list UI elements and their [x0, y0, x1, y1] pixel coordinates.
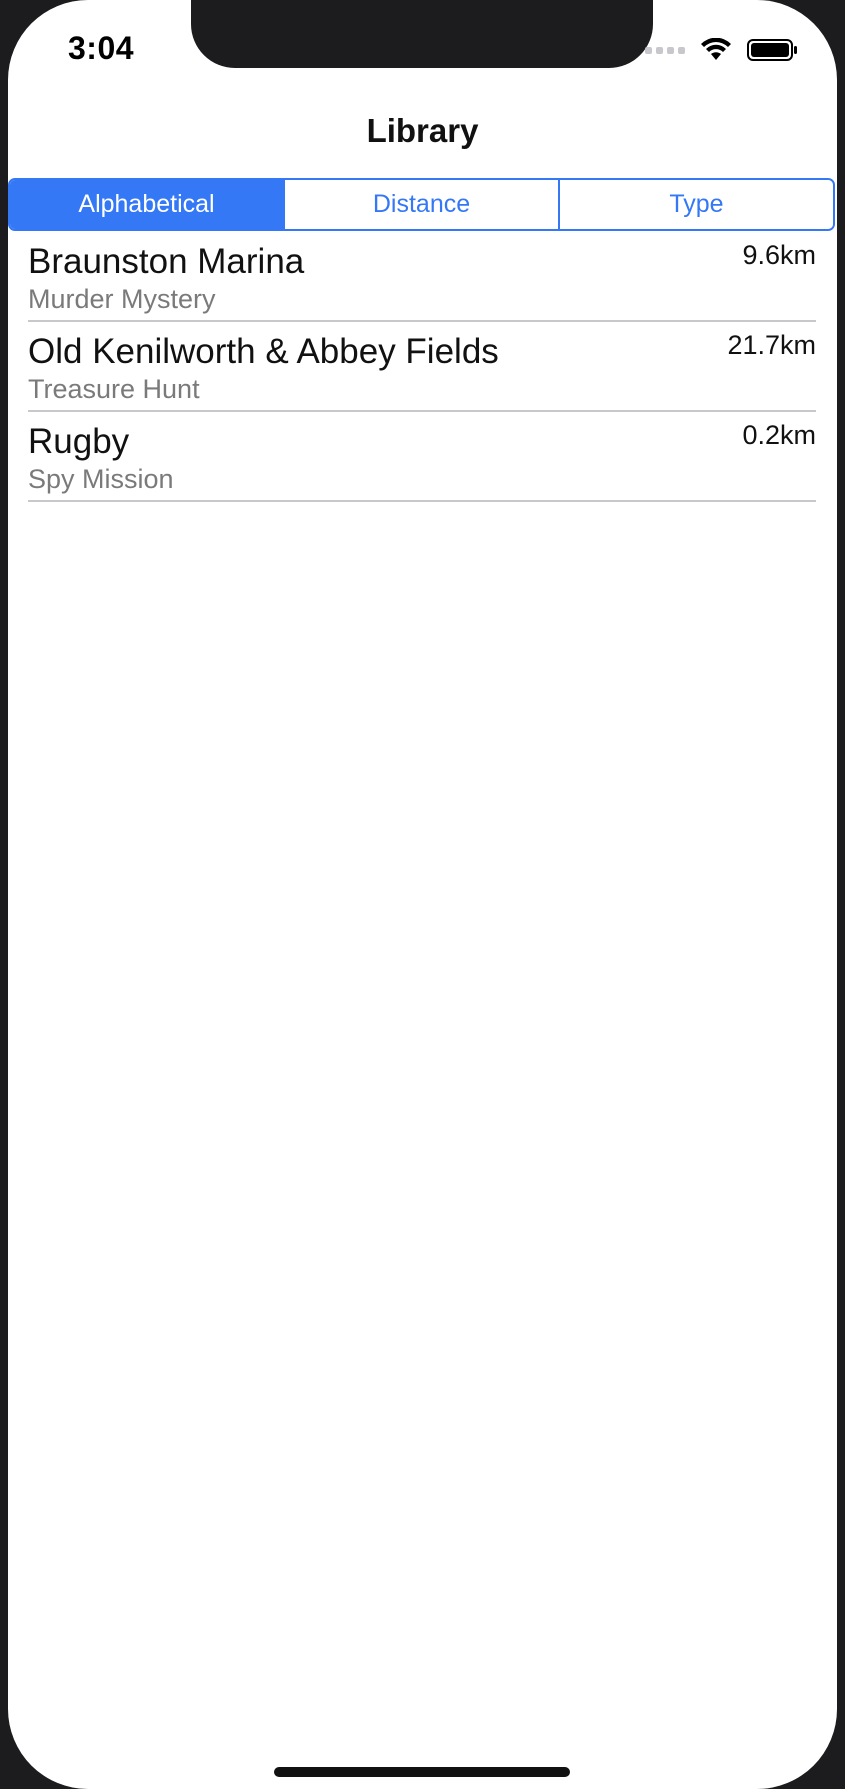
wifi-icon — [701, 38, 731, 60]
list-item[interactable]: Braunston Marina Murder Mystery 9.6km — [28, 232, 816, 322]
device-notch — [191, 0, 653, 68]
signal-icon — [645, 46, 685, 54]
segment-distance[interactable]: Distance — [283, 180, 558, 229]
list-item-subtitle: Treasure Hunt — [28, 374, 200, 404]
status-time: 3:04 — [68, 30, 135, 66]
list-item-title: Rugby — [28, 422, 130, 461]
list-item-distance: 21.7km — [727, 330, 816, 360]
page-title: Library — [366, 112, 479, 149]
home-indicator[interactable] — [274, 1767, 570, 1777]
battery-icon — [747, 39, 797, 61]
list-item[interactable]: Old Kenilworth & Abbey Fields Treasure H… — [28, 322, 816, 412]
segment-alphabetical[interactable]: Alphabetical — [10, 180, 283, 229]
list-item-title: Braunston Marina — [28, 242, 305, 281]
library-list: Braunston Marina Murder Mystery 9.6km Ol… — [28, 232, 816, 502]
list-item-distance: 0.2km — [742, 420, 816, 450]
segment-type[interactable]: Type — [558, 180, 833, 229]
list-item-distance: 9.6km — [742, 240, 816, 270]
sort-segmented-control[interactable]: Alphabetical Distance Type — [8, 178, 835, 231]
status-icons — [645, 38, 799, 62]
list-item[interactable]: Rugby Spy Mission 0.2km — [28, 412, 816, 502]
list-item-subtitle: Spy Mission — [28, 464, 174, 494]
list-item-subtitle: Murder Mystery — [28, 284, 216, 314]
phone-screen: 3:04 Library Alphabetical Distance Type … — [8, 0, 837, 1789]
list-item-title: Old Kenilworth & Abbey Fields — [28, 332, 499, 371]
